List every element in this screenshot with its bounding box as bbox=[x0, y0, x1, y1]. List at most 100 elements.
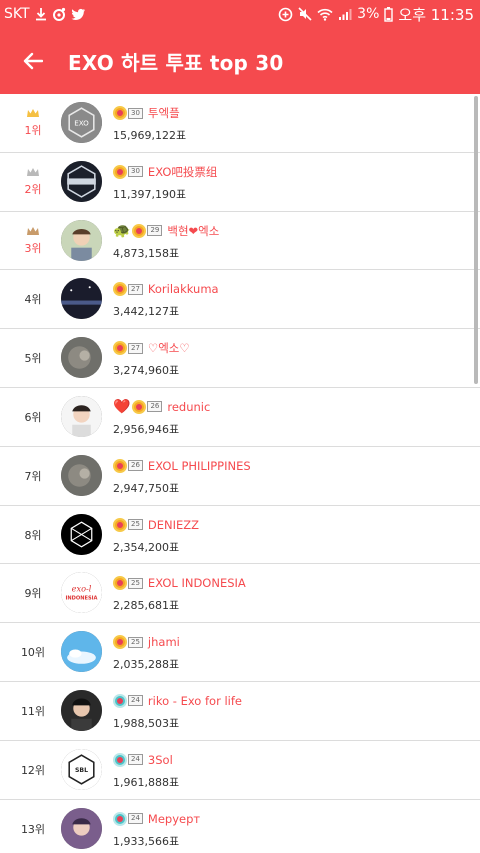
ranking-list[interactable]: 1위 EXO 30 투엑플 15,969,122표 2위 30 EXO吧投票组 11,397,1… bbox=[0, 94, 480, 853]
list-item[interactable]: 12위 SBL 24 3Sol 1,961,888표 bbox=[0, 741, 480, 800]
user-info: 24 riko - Exo for life 1,988,503표 bbox=[113, 691, 466, 731]
user-info: 25 EXOL INDONESIA 2,285,681표 bbox=[113, 573, 466, 613]
user-name[interactable]: 투엑플 bbox=[148, 105, 180, 121]
rank-cell: 5위 bbox=[0, 329, 66, 387]
user-info: 27 Korilakkuma 3,442,127표 bbox=[113, 279, 466, 319]
rank-label: 6위 bbox=[24, 410, 42, 424]
user-name[interactable]: Korilakkuma bbox=[148, 282, 219, 296]
user-name[interactable]: DENIEZZ bbox=[148, 518, 199, 532]
vote-count: 2,354,200표 bbox=[113, 540, 180, 554]
level-badge-icon: 26 bbox=[113, 457, 143, 475]
rank-cell: 13위 bbox=[0, 800, 66, 853]
level-number: 27 bbox=[128, 283, 143, 295]
vote-count: 1,933,566표 bbox=[113, 834, 180, 848]
level-badge-icon: 25 bbox=[113, 633, 143, 651]
avatar[interactable] bbox=[61, 160, 102, 202]
app-bar: EXO 하트 투표 top 30 bbox=[0, 28, 480, 94]
rank-label: 3위 bbox=[24, 241, 42, 255]
level-number: 27 bbox=[128, 342, 143, 354]
user-info: 24 Меруерт 1,933,566표 bbox=[113, 809, 466, 849]
crown-icon bbox=[26, 167, 40, 180]
list-item[interactable]: 2위 30 EXO吧投票组 11,397,190표 bbox=[0, 153, 480, 212]
user-info: 26 EXOL PHILIPPINES 2,947,750표 bbox=[113, 456, 466, 496]
vote-count: 3,274,960표 bbox=[113, 364, 180, 378]
download-icon bbox=[35, 7, 47, 21]
level-badge-icon: 27 bbox=[113, 280, 143, 298]
level-badge-icon: 25 bbox=[113, 516, 143, 534]
list-item[interactable]: 6위 ❤️ 26 redunic 2,956,946표 bbox=[0, 388, 480, 447]
top-bar: SKT 3% 오후 11:35 EXO 하트 투표 top 30 bbox=[0, 0, 480, 94]
user-name[interactable]: 3Sol bbox=[148, 753, 173, 767]
rank-label: 8위 bbox=[24, 528, 42, 542]
crown-icon bbox=[26, 226, 40, 239]
list-item[interactable]: 10위 25 jhami 2,035,288표 bbox=[0, 623, 480, 682]
user-info: 25 DENIEZZ 2,354,200표 bbox=[113, 515, 466, 555]
avatar[interactable] bbox=[61, 395, 102, 437]
level-badge-icon: 24 bbox=[113, 692, 143, 710]
list-item[interactable]: 11위 24 riko - Exo for life 1,988,503표 bbox=[0, 682, 480, 741]
avatar[interactable] bbox=[61, 631, 102, 673]
user-info: 24 3Sol 1,961,888표 bbox=[113, 750, 466, 790]
level-number: 24 bbox=[128, 754, 143, 766]
svg-text:INDONESIA: INDONESIA bbox=[65, 596, 97, 602]
rank-cell: 10위 bbox=[0, 623, 66, 681]
avatar[interactable]: SBL bbox=[61, 748, 102, 790]
user-name[interactable]: jhami bbox=[148, 635, 180, 649]
user-name[interactable]: Меруерт bbox=[148, 812, 200, 826]
vote-count: 4,873,158표 bbox=[113, 246, 180, 260]
list-item[interactable]: 13위 24 Меруерт 1,933,566표 bbox=[0, 800, 480, 853]
list-item[interactable]: 7위 26 EXOL PHILIPPINES 2,947,750표 bbox=[0, 447, 480, 506]
user-info: 🐢 29 백현❤엑소 4,873,158표 bbox=[113, 221, 466, 261]
rank-label: 7위 bbox=[24, 469, 42, 483]
list-item[interactable]: 5위 27 ♡엑소♡ 3,274,960표 bbox=[0, 329, 480, 388]
avatar[interactable] bbox=[61, 278, 102, 320]
user-name[interactable]: redunic bbox=[167, 400, 210, 414]
rank-cell: 2위 bbox=[0, 153, 66, 211]
rank-cell: 9위 bbox=[0, 564, 66, 622]
avatar[interactable]: EXO bbox=[61, 102, 102, 143]
avatar[interactable] bbox=[61, 219, 102, 261]
vote-count: 1,988,503표 bbox=[113, 716, 180, 730]
vote-count: 2,035,288표 bbox=[113, 658, 180, 672]
signal-icon bbox=[338, 8, 352, 21]
user-info: 27 ♡엑소♡ 3,274,960표 bbox=[113, 338, 466, 378]
user-name[interactable]: ♡엑소♡ bbox=[148, 340, 190, 356]
rank-label: 10위 bbox=[20, 646, 46, 660]
list-item[interactable]: 4위 27 Korilakkuma 3,442,127표 bbox=[0, 270, 480, 330]
rank-cell: 11위 bbox=[0, 682, 66, 740]
avatar[interactable] bbox=[61, 513, 102, 555]
vote-count: 15,969,122표 bbox=[113, 129, 187, 142]
list-item[interactable]: 9위 exo-l INDONESIA 25 EXOL INDONESIA 2,285,68… bbox=[0, 564, 480, 624]
list-item[interactable]: 3위 🐢 29 백현❤엑소 4,873,158표 bbox=[0, 212, 480, 271]
rank-cell: 8위 bbox=[0, 506, 66, 564]
user-name[interactable]: riko - Exo for life bbox=[148, 694, 242, 708]
back-arrow-icon[interactable] bbox=[20, 48, 46, 74]
svg-text:EXO: EXO bbox=[74, 119, 89, 128]
user-info: 30 EXO吧投票组 11,397,190표 bbox=[113, 162, 466, 202]
svg-text:SBL: SBL bbox=[75, 767, 88, 774]
decoration-icon: ❤️ bbox=[113, 398, 131, 415]
user-name[interactable]: EXOL PHILIPPINES bbox=[148, 459, 251, 473]
avatar[interactable]: exo-l INDONESIA bbox=[61, 572, 102, 614]
user-name[interactable]: EXO吧投票组 bbox=[148, 164, 217, 180]
level-badge-icon: 24 bbox=[113, 810, 143, 828]
level-number: 25 bbox=[128, 577, 143, 589]
user-info: 30 투엑플 15,969,122표 bbox=[113, 103, 466, 143]
rank-cell: 4위 bbox=[0, 270, 66, 328]
rank-label: 5위 bbox=[24, 352, 42, 366]
list-item[interactable]: 1위 EXO 30 투엑플 15,969,122표 bbox=[0, 94, 480, 153]
rank-label: 2위 bbox=[24, 182, 42, 196]
avatar[interactable] bbox=[61, 807, 102, 849]
user-name[interactable]: EXOL INDONESIA bbox=[148, 576, 246, 590]
avatar[interactable] bbox=[61, 454, 102, 496]
app-notification-icon bbox=[52, 7, 66, 21]
avatar[interactable] bbox=[61, 689, 102, 731]
scrollbar[interactable] bbox=[474, 96, 478, 384]
level-number: 25 bbox=[128, 636, 143, 648]
vote-count: 11,397,190표 bbox=[113, 187, 187, 201]
avatar[interactable] bbox=[61, 337, 102, 379]
user-name[interactable]: 백현❤엑소 bbox=[167, 223, 219, 239]
battery-percent: 3% bbox=[357, 6, 380, 22]
list-item[interactable]: 8위 25 DENIEZZ 2,354,200표 bbox=[0, 506, 480, 565]
vote-count: 3,442,127표 bbox=[113, 305, 180, 319]
